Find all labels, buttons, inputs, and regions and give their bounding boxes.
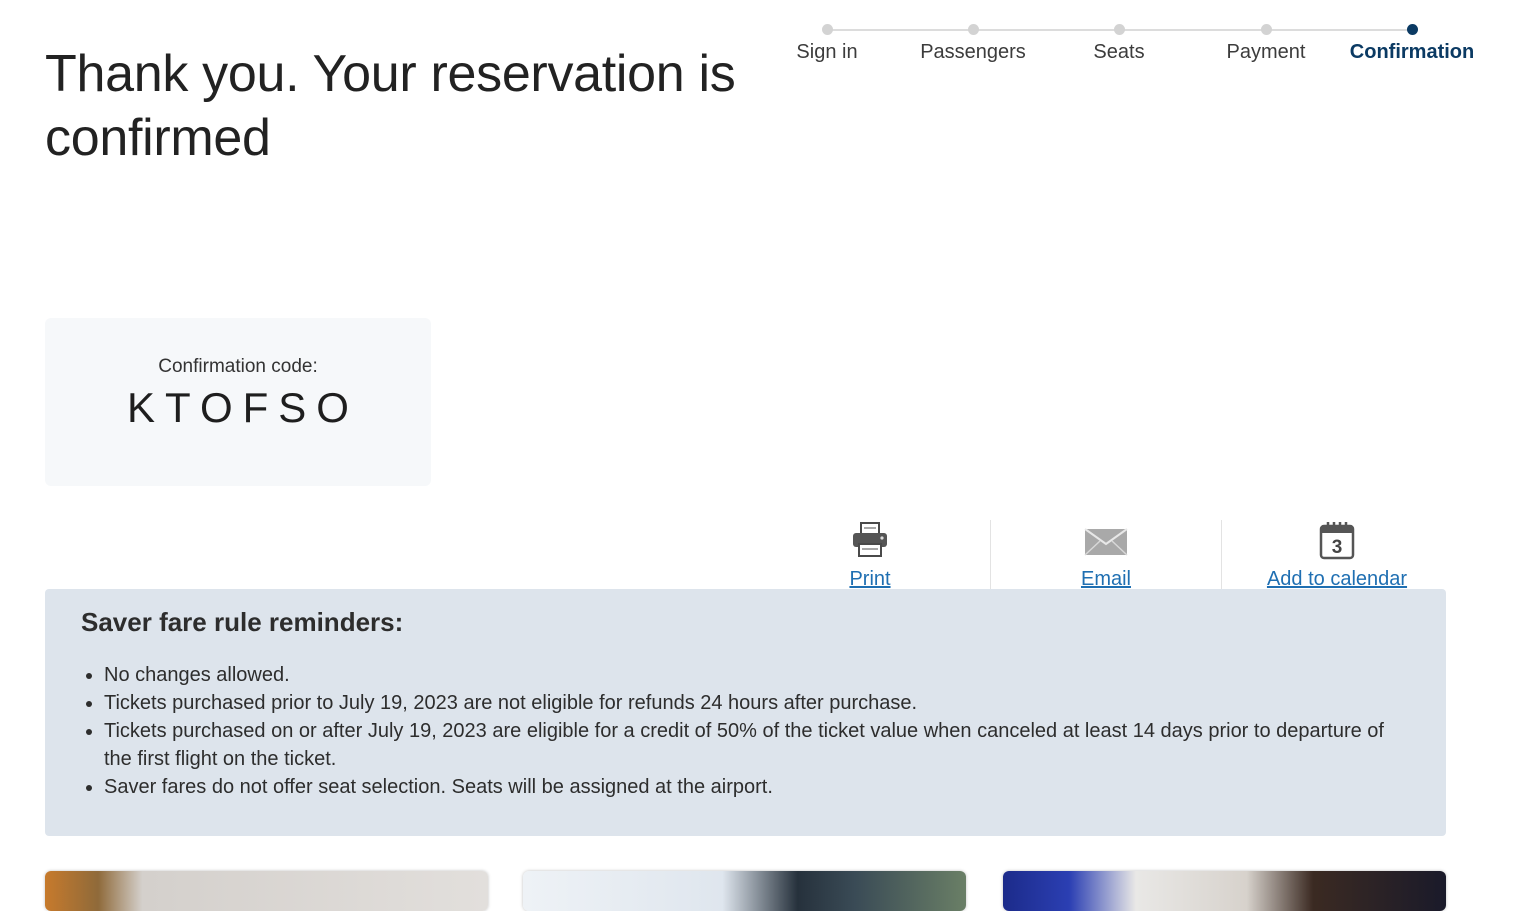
calendar-day: 3 bbox=[1332, 537, 1343, 558]
step-sign-in: Sign in bbox=[754, 22, 900, 64]
fare-rules-list: No changes allowed. Tickets purchased pr… bbox=[81, 661, 1394, 801]
fare-rule-item: Tickets purchased prior to July 19, 2023… bbox=[104, 689, 1394, 717]
promo-card-travelers[interactable] bbox=[1003, 871, 1446, 911]
print-link[interactable]: Print bbox=[849, 568, 890, 591]
fare-rule-item: Saver fares do not offer seat selection.… bbox=[104, 773, 1394, 801]
step-dot bbox=[1260, 24, 1272, 35]
add-to-calendar-link[interactable]: Add to calendar bbox=[1267, 568, 1407, 591]
fare-rules-panel: Saver fare rule reminders: No changes al… bbox=[45, 589, 1446, 836]
step-payment: Payment bbox=[1193, 22, 1339, 64]
printer-icon[interactable] bbox=[755, 520, 985, 560]
fare-rule-item: Tickets purchased on or after July 19, 2… bbox=[104, 717, 1394, 773]
step-passengers: Passengers bbox=[900, 22, 1046, 64]
booking-actions: Print Email 3 Add to calendar bbox=[755, 520, 1445, 592]
step-dot-active bbox=[1406, 24, 1418, 35]
fare-rules-heading: Saver fare rule reminders: bbox=[81, 607, 404, 637]
calendar-icon[interactable]: 3 bbox=[1222, 520, 1452, 560]
fare-rule-item: No changes allowed. bbox=[104, 661, 1394, 689]
envelope-icon[interactable] bbox=[991, 520, 1221, 560]
email-link[interactable]: Email bbox=[1081, 568, 1131, 591]
step-dot bbox=[1113, 24, 1125, 35]
step-confirmation: Confirmation bbox=[1339, 22, 1485, 64]
step-seats: Seats bbox=[1046, 22, 1192, 64]
step-dot bbox=[967, 24, 979, 35]
confirmation-code-label: Confirmation code: bbox=[158, 356, 318, 377]
progress-stepper: Sign in Passengers Seats Payment Confirm… bbox=[750, 22, 1490, 72]
step-label: Sign in bbox=[796, 41, 858, 63]
promo-card-aircraft[interactable] bbox=[523, 871, 966, 911]
promo-card-palm-trees[interactable] bbox=[45, 871, 488, 911]
confirmation-code: KTOFSO bbox=[127, 384, 359, 431]
step-label: Seats bbox=[1093, 41, 1145, 63]
step-label: Confirmation bbox=[1349, 41, 1475, 63]
confirmation-code-box: Confirmation code: KTOFSO bbox=[45, 318, 431, 486]
step-dot bbox=[821, 24, 833, 35]
step-label: Payment bbox=[1226, 41, 1306, 63]
step-label: Passengers bbox=[920, 41, 1026, 63]
page-title: Thank you. Your reservation is confirmed bbox=[45, 45, 736, 167]
calendar-action[interactable]: 3 Add to calendar bbox=[1221, 520, 1452, 592]
print-action[interactable]: Print bbox=[755, 520, 985, 592]
email-action[interactable]: Email bbox=[990, 520, 1221, 592]
